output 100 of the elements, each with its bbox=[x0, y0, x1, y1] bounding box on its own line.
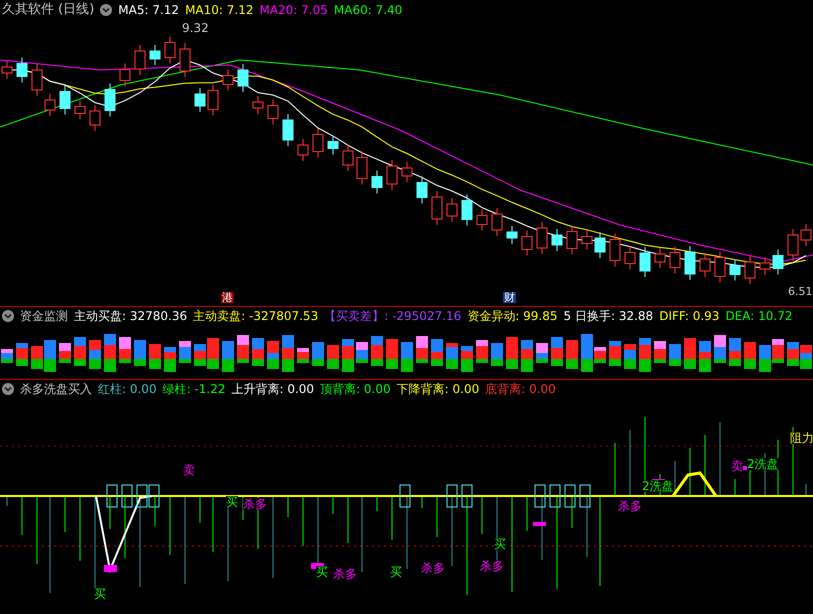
candlestick bbox=[386, 160, 398, 190]
candlestick bbox=[730, 259, 740, 281]
collapse-icon[interactable] bbox=[2, 310, 14, 322]
fund-flow-bar bbox=[669, 344, 681, 366]
fund-flow-bar bbox=[31, 346, 43, 369]
event-marker[interactable]: 港 bbox=[221, 292, 234, 303]
candlestick bbox=[402, 162, 412, 182]
candlestick bbox=[32, 64, 42, 96]
fund-flow-bar bbox=[506, 337, 518, 369]
candlestick bbox=[312, 128, 324, 158]
indicator-value: 【买卖差】: -295027.16 bbox=[324, 310, 462, 322]
candlestick bbox=[684, 246, 696, 280]
candlestick bbox=[760, 256, 770, 276]
fund-flow-bar bbox=[149, 344, 161, 369]
panel-title: 杀多洗盘买入 bbox=[20, 383, 92, 395]
fund-flow-bar bbox=[401, 342, 413, 372]
fund-flow-bar bbox=[536, 343, 548, 363]
candlestick bbox=[222, 69, 234, 91]
fund-flow-bar bbox=[59, 343, 71, 363]
event-marker[interactable]: 财 bbox=[503, 292, 516, 303]
fund-flow-bar bbox=[729, 338, 741, 366]
fund-flow-bar bbox=[744, 342, 756, 369]
fund-flow-bar bbox=[624, 344, 636, 369]
signal-label: 买 bbox=[390, 566, 402, 578]
indicator-value: 资金异动: 99.85 bbox=[467, 310, 558, 322]
indicator-value: 底背离: 0.00 bbox=[485, 383, 556, 395]
candlestick bbox=[416, 176, 428, 204]
candlestick bbox=[462, 194, 472, 226]
fund-flow-bar bbox=[89, 340, 101, 369]
signal-box bbox=[462, 484, 472, 508]
candlestick bbox=[342, 144, 354, 172]
candlestick bbox=[134, 44, 146, 76]
fund-flow-bar bbox=[386, 339, 398, 369]
signal-label: 买 bbox=[226, 496, 238, 508]
fund-flow-bar bbox=[297, 348, 309, 363]
high-price-label: 9.32 bbox=[182, 22, 209, 34]
indicator-value: 下降背离: 0.00 bbox=[396, 383, 480, 395]
signal-label: 卖 bbox=[183, 464, 195, 476]
fund-flow-bar bbox=[119, 337, 131, 363]
signal-box bbox=[400, 484, 410, 508]
candlestick bbox=[90, 104, 100, 132]
signal-label: 买 bbox=[94, 588, 106, 600]
indicator-value: DEA: 10.72 bbox=[725, 310, 792, 322]
signal-label: 卖 bbox=[731, 460, 743, 472]
fund-flow-bar bbox=[104, 334, 116, 372]
signal-box bbox=[534, 484, 546, 508]
fund-flow-bar bbox=[267, 341, 279, 369]
candlestick bbox=[120, 63, 130, 87]
signal-box bbox=[580, 484, 590, 508]
candlestick bbox=[268, 99, 278, 125]
candlestick bbox=[44, 94, 56, 116]
candlestick bbox=[522, 230, 532, 256]
collapse-icon[interactable] bbox=[100, 4, 112, 16]
fund-flow-bar bbox=[282, 335, 294, 372]
fund-flow-bar bbox=[639, 338, 651, 372]
candlestick bbox=[282, 114, 294, 146]
fund-flow-bar bbox=[566, 340, 578, 369]
fund-flow-bar bbox=[356, 342, 368, 363]
candlestick bbox=[700, 252, 710, 278]
candlestick bbox=[180, 42, 190, 78]
signal-label: 2洗盘 bbox=[642, 480, 674, 492]
candlestick bbox=[624, 246, 636, 270]
candlestick bbox=[566, 225, 578, 255]
panel-title: 资金监测 bbox=[20, 310, 68, 322]
candlestick bbox=[492, 208, 502, 236]
fund-flow-bar bbox=[164, 347, 176, 372]
candlestick bbox=[536, 222, 548, 254]
fund-flow-bar bbox=[1, 349, 13, 363]
fund-flow-bar bbox=[222, 341, 234, 372]
collapse-icon[interactable] bbox=[2, 383, 14, 395]
fund-flow-bar bbox=[609, 341, 621, 366]
indicator-value: 绿柱: -1.22 bbox=[162, 383, 226, 395]
fund-flow-bar bbox=[16, 343, 28, 366]
candlestick bbox=[788, 228, 798, 262]
signal-label: 买 bbox=[494, 538, 506, 550]
fund-flow-bar bbox=[371, 336, 383, 366]
fund-flow-bar bbox=[134, 340, 146, 366]
fund-flow-bar bbox=[44, 340, 56, 372]
fund-flow-bar bbox=[342, 339, 354, 372]
fund-flow-bar bbox=[654, 341, 666, 363]
fund-flow-bar bbox=[312, 342, 324, 366]
fund-flow-bar bbox=[714, 335, 726, 363]
signal-label: 杀多 bbox=[333, 568, 357, 580]
candlestick bbox=[238, 64, 248, 92]
fund-flow-bar bbox=[431, 339, 443, 366]
candlestick bbox=[714, 251, 726, 283]
signal-box bbox=[106, 484, 118, 508]
signal-label: 2洗盘 bbox=[747, 458, 779, 470]
indicator-value: 上升背离: 0.00 bbox=[231, 383, 314, 395]
signal-label: 杀多 bbox=[480, 560, 504, 572]
candlestick bbox=[74, 100, 86, 120]
candlestick bbox=[476, 209, 488, 231]
fund-flow-bar bbox=[446, 343, 458, 369]
candlestick bbox=[446, 198, 458, 222]
indicator-value: MA20: 7.05 bbox=[259, 4, 328, 16]
candlestick bbox=[610, 233, 620, 267]
fund-flow-bar bbox=[759, 345, 771, 372]
fund-flow-bar bbox=[551, 337, 563, 366]
indicator-value: MA10: 7.12 bbox=[185, 4, 254, 16]
fund-flow-bar bbox=[461, 346, 473, 372]
